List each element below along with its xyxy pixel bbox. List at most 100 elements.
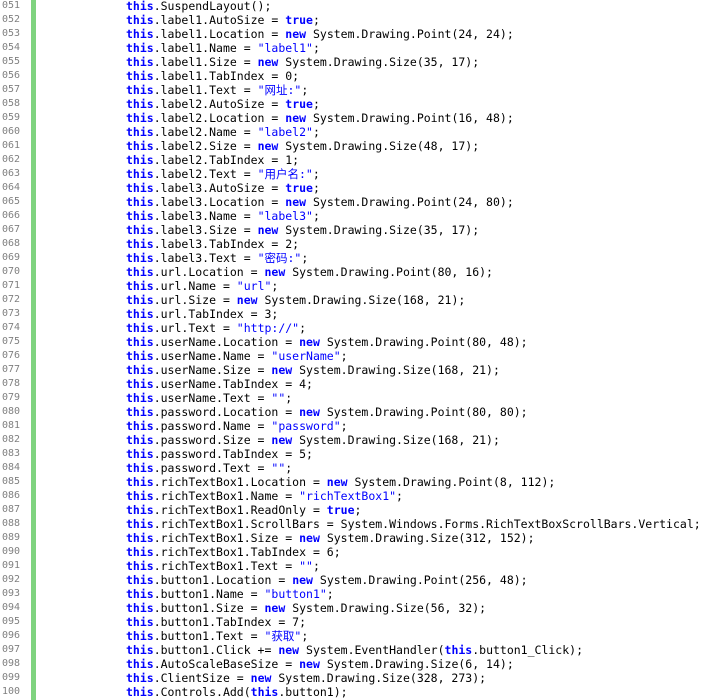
code-line[interactable]: this.userName.Location = new System.Draw…: [126, 335, 528, 349]
line-number: 074: [2, 322, 21, 333]
line-number: 084: [2, 462, 21, 473]
line-number: 064: [2, 182, 21, 193]
code-line[interactable]: this.label2.Size = new System.Drawing.Si…: [126, 139, 479, 153]
code-line[interactable]: this.userName.Text = "";: [126, 391, 292, 405]
code-line[interactable]: this.richTextBox1.Size = new System.Draw…: [126, 531, 535, 545]
line-number: 057: [2, 84, 21, 95]
code-line[interactable]: this.password.Name = "password";: [126, 419, 348, 433]
code-line[interactable]: this.label3.TabIndex = 2;: [126, 237, 299, 251]
line-number: 082: [2, 434, 21, 445]
code-line[interactable]: this.label1.Size = new System.Drawing.Si…: [126, 55, 479, 69]
line-number: 072: [2, 294, 21, 305]
line-number: 097: [2, 644, 21, 655]
line-number: 091: [2, 560, 21, 571]
code-line[interactable]: this.password.Size = new System.Drawing.…: [126, 433, 500, 447]
code-line[interactable]: this.button1.TabIndex = 7;: [126, 615, 306, 629]
code-line[interactable]: this.label2.Text = "用户名:";: [126, 167, 320, 181]
code-line[interactable]: this.richTextBox1.ScrollBars = System.Wi…: [126, 517, 701, 531]
line-number: 090: [2, 546, 21, 557]
code-line[interactable]: this.password.TabIndex = 5;: [126, 447, 313, 461]
code-line[interactable]: this.url.Location = new System.Drawing.P…: [126, 265, 493, 279]
code-line[interactable]: this.url.Name = "url";: [126, 279, 278, 293]
code-line[interactable]: this.label1.Location = new System.Drawin…: [126, 27, 514, 41]
line-number: 063: [2, 168, 21, 179]
line-number: 066: [2, 210, 21, 221]
line-number: 098: [2, 658, 21, 669]
code-line[interactable]: this.richTextBox1.TabIndex = 6;: [126, 545, 341, 559]
code-line[interactable]: this.url.Text = "http://";: [126, 321, 306, 335]
line-number: 071: [2, 280, 21, 291]
code-line[interactable]: this.richTextBox1.ReadOnly = true;: [126, 503, 361, 517]
code-line[interactable]: this.url.TabIndex = 3;: [126, 307, 278, 321]
line-number: 085: [2, 476, 21, 487]
line-number: 060: [2, 126, 21, 137]
line-number: 089: [2, 532, 21, 543]
code-line[interactable]: this.label2.AutoSize = true;: [126, 97, 320, 111]
code-line[interactable]: this.label1.Text = "网址:";: [126, 83, 308, 97]
line-number: 088: [2, 518, 21, 529]
code-line[interactable]: this.label3.Text = "密码:";: [126, 251, 308, 265]
code-line[interactable]: this.richTextBox1.Name = "richTextBox1";: [126, 489, 403, 503]
line-number: 056: [2, 70, 21, 81]
code-line[interactable]: this.userName.Size = new System.Drawing.…: [126, 363, 500, 377]
code-line[interactable]: this.label3.Size = new System.Drawing.Si…: [126, 223, 479, 237]
line-number: 059: [2, 112, 21, 123]
code-line[interactable]: this.label3.Name = "label3";: [126, 209, 320, 223]
code-line[interactable]: this.SuspendLayout();: [126, 0, 271, 13]
line-number: 069: [2, 252, 21, 263]
line-number: 093: [2, 588, 21, 599]
line-number: 051: [2, 0, 21, 11]
line-number: 083: [2, 448, 21, 459]
code-line[interactable]: this.Controls.Add(this.button1);: [126, 685, 348, 699]
code-line[interactable]: this.label3.Location = new System.Drawin…: [126, 195, 514, 209]
code-line[interactable]: this.AutoScaleBaseSize = new System.Draw…: [126, 657, 514, 671]
line-number: 092: [2, 574, 21, 585]
code-line[interactable]: this.label1.AutoSize = true;: [126, 13, 320, 27]
line-number: 055: [2, 56, 21, 67]
code-line[interactable]: this.button1.Name = "button1";: [126, 587, 334, 601]
line-number: 052: [2, 14, 21, 25]
code-line[interactable]: this.userName.TabIndex = 4;: [126, 377, 313, 391]
code-area[interactable]: this.SuspendLayout(); this.label1.AutoSiz…: [36, 0, 718, 700]
code-line[interactable]: this.label2.Location = new System.Drawin…: [126, 111, 514, 125]
code-line[interactable]: this.richTextBox1.Text = "";: [126, 559, 320, 573]
line-number: 087: [2, 504, 21, 515]
code-editor[interactable]: 051 052 053 054 055 056 057 058 059 060 061 062 063 0…: [0, 0, 718, 700]
line-number: 062: [2, 154, 21, 165]
code-line[interactable]: this.ClientSize = new System.Drawing.Siz…: [126, 671, 486, 685]
line-number: 065: [2, 196, 21, 207]
code-line[interactable]: this.button1.Click += new System.EventHa…: [126, 643, 583, 657]
code-line[interactable]: this.password.Text = "";: [126, 461, 292, 475]
code-line[interactable]: this.label2.TabIndex = 1;: [126, 153, 299, 167]
code-line[interactable]: this.userName.Name = "userName";: [126, 349, 348, 363]
line-number: 054: [2, 42, 21, 53]
code-line[interactable]: this.button1.Size = new System.Drawing.S…: [126, 601, 486, 615]
line-number: 080: [2, 406, 21, 417]
line-number: 086: [2, 490, 21, 501]
line-number: 094: [2, 602, 21, 613]
code-line[interactable]: this.url.Size = new System.Drawing.Size(…: [126, 293, 465, 307]
code-line[interactable]: this.label3.AutoSize = true;: [126, 181, 320, 195]
line-number: 061: [2, 140, 21, 151]
line-number: 099: [2, 672, 21, 683]
code-line[interactable]: this.label1.TabIndex = 0;: [126, 69, 299, 83]
line-number: 067: [2, 224, 21, 235]
code-line[interactable]: this.button1.Text = "获取";: [126, 629, 308, 643]
line-number: 081: [2, 420, 21, 431]
code-line[interactable]: this.richTextBox1.Location = new System.…: [126, 475, 555, 489]
line-number: 096: [2, 630, 21, 641]
line-number: 053: [2, 28, 21, 39]
code-line[interactable]: this.label1.Name = "label1";: [126, 41, 320, 55]
line-number: 078: [2, 378, 21, 389]
line-number: 076: [2, 350, 21, 361]
line-number: 077: [2, 364, 21, 375]
line-number: 075: [2, 336, 21, 347]
code-line[interactable]: this.label2.Name = "label2";: [126, 125, 320, 139]
line-number: 079: [2, 392, 21, 403]
line-number: 100: [2, 686, 21, 697]
line-number: 068: [2, 238, 21, 249]
code-line[interactable]: this.button1.Location = new System.Drawi…: [126, 573, 528, 587]
code-line[interactable]: this.password.Location = new System.Draw…: [126, 405, 528, 419]
line-number: 070: [2, 266, 21, 277]
line-number: 095: [2, 616, 21, 627]
